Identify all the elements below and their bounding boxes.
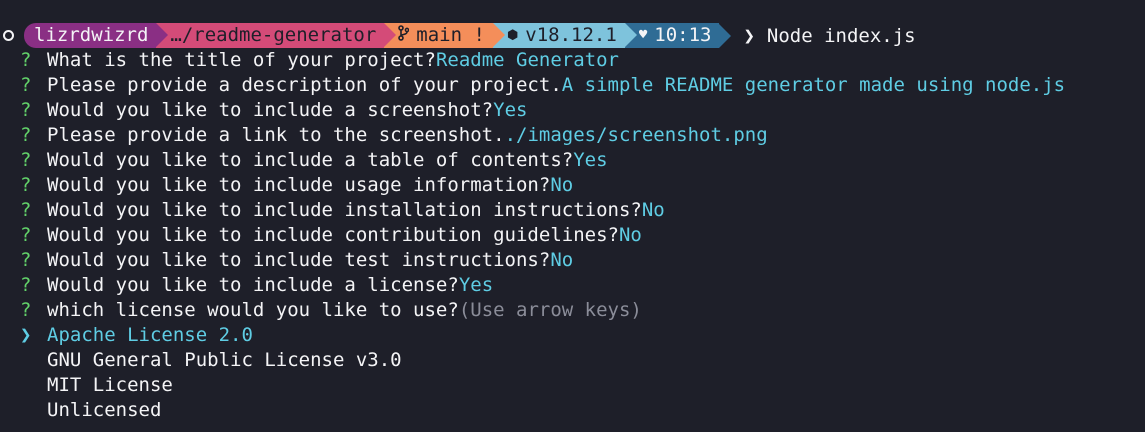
node-icon: ⬢ (506, 28, 519, 43)
question-answer: No (618, 224, 642, 246)
question-text: Would you like to include a license? (47, 274, 459, 296)
license-option-label: MIT License (47, 374, 173, 396)
license-option-label: Apache License 2.0 (47, 324, 253, 346)
question-mark: ? (20, 74, 32, 96)
ring-icon (3, 30, 14, 41)
question-mark: ? (20, 224, 32, 246)
question-answer: No (641, 199, 665, 221)
question-text: Would you like to include a screenshot? (47, 99, 494, 121)
selection-pointer-icon: ❯ (20, 324, 32, 346)
prompt-node-segment: ⬢ v18.12.1 (492, 23, 637, 48)
arrow-keys-hint: (Use arrow keys) (458, 299, 642, 321)
license-option[interactable]: MIT License (3, 373, 1145, 398)
license-option[interactable]: Unlicensed (3, 398, 1145, 423)
question-line: ? Would you like to include a table of co… (3, 148, 1145, 173)
prompt-time-segment: ♥ 10:13 (624, 23, 720, 48)
license-option-label: Unlicensed (47, 399, 162, 421)
license-question-line: ? which license would you like to use? (U… (3, 298, 1145, 323)
prompt-path: …/readme-generator (170, 24, 377, 46)
question-mark: ? (20, 274, 32, 296)
question-text: Would you like to include test instructi… (47, 249, 551, 271)
question-mark: ? (20, 49, 32, 71)
prompt-branch: main ! (416, 24, 485, 46)
question-mark: ? (20, 199, 32, 221)
prompt-command: Node index.js (766, 24, 916, 47)
question-line: ? Would you like to include contribution … (3, 223, 1145, 248)
license-question-text: which license would you like to use? (47, 299, 459, 321)
branch-icon (398, 23, 410, 48)
question-line: ? Would you like to include usage informa… (3, 173, 1145, 198)
question-text: Would you like to include a table of con… (47, 149, 574, 171)
question-line: ? Would you like to include a license? Ye… (3, 273, 1145, 298)
question-answer: No (550, 249, 574, 271)
question-line: ? What is the title of your project? Read… (3, 48, 1145, 73)
prompt-git-segment: main ! (384, 23, 505, 48)
question-mark: ? (20, 174, 32, 196)
prompt-time-arrow (719, 23, 732, 48)
question-answer: Yes (573, 149, 608, 171)
license-option[interactable]: GNU General Public License v3.0 (3, 348, 1145, 373)
prompt-time: 10:13 (654, 24, 712, 46)
license-option-selected[interactable]: ❯ Apache License 2.0 (3, 323, 1145, 348)
question-answer: Readme Generator (435, 49, 619, 71)
question-line: ? Would you like to include installation … (3, 198, 1145, 223)
question-mark: ? (20, 249, 32, 271)
question-text: Please provide a description of your pro… (47, 74, 562, 96)
prompt-user-segment: lizrdwizrd (24, 23, 169, 48)
question-answer: Yes (493, 99, 528, 121)
question-answer: Yes (458, 274, 494, 296)
question-answer: ./images/screenshot.png (504, 124, 768, 146)
question-text: Would you like to include usage informat… (47, 174, 551, 196)
question-mark: ? (20, 149, 32, 171)
question-line: ? Would you like to include a screenshot?… (3, 98, 1145, 123)
license-option-label: GNU General Public License v3.0 (47, 349, 402, 371)
question-line: ? Please provide a description of your pr… (3, 73, 1145, 98)
shell-prompt: lizrdwizrd …/readme-generator main ! ⬢ v… (3, 23, 1145, 48)
question-text: Please provide a link to the screenshot. (47, 124, 505, 146)
question-mark: ? (20, 99, 32, 121)
question-mark: ? (20, 124, 32, 146)
prompt-user: lizrdwizrd (34, 24, 149, 46)
question-answer: No (550, 174, 574, 196)
chevron-right-icon: ❯ (743, 24, 755, 47)
question-line: ? Please provide a link to the screenshot… (3, 123, 1145, 148)
question-text: Would you like to include installation i… (47, 199, 642, 221)
prompt-node-version: v18.12.1 (525, 24, 617, 46)
question-answer: A simple README generator made using nod… (561, 74, 1066, 96)
prompt-path-segment: …/readme-generator (156, 23, 397, 48)
question-mark: ? (20, 299, 32, 321)
question-line: ? Would you like to include test instruct… (3, 248, 1145, 273)
heart-icon: ♥ (638, 27, 648, 43)
question-text: What is the title of your project? (47, 49, 436, 71)
terminal-window[interactable]: lizrdwizrd …/readme-generator main ! ⬢ v… (0, 0, 1145, 432)
question-text: Would you like to include contribution g… (47, 224, 619, 246)
